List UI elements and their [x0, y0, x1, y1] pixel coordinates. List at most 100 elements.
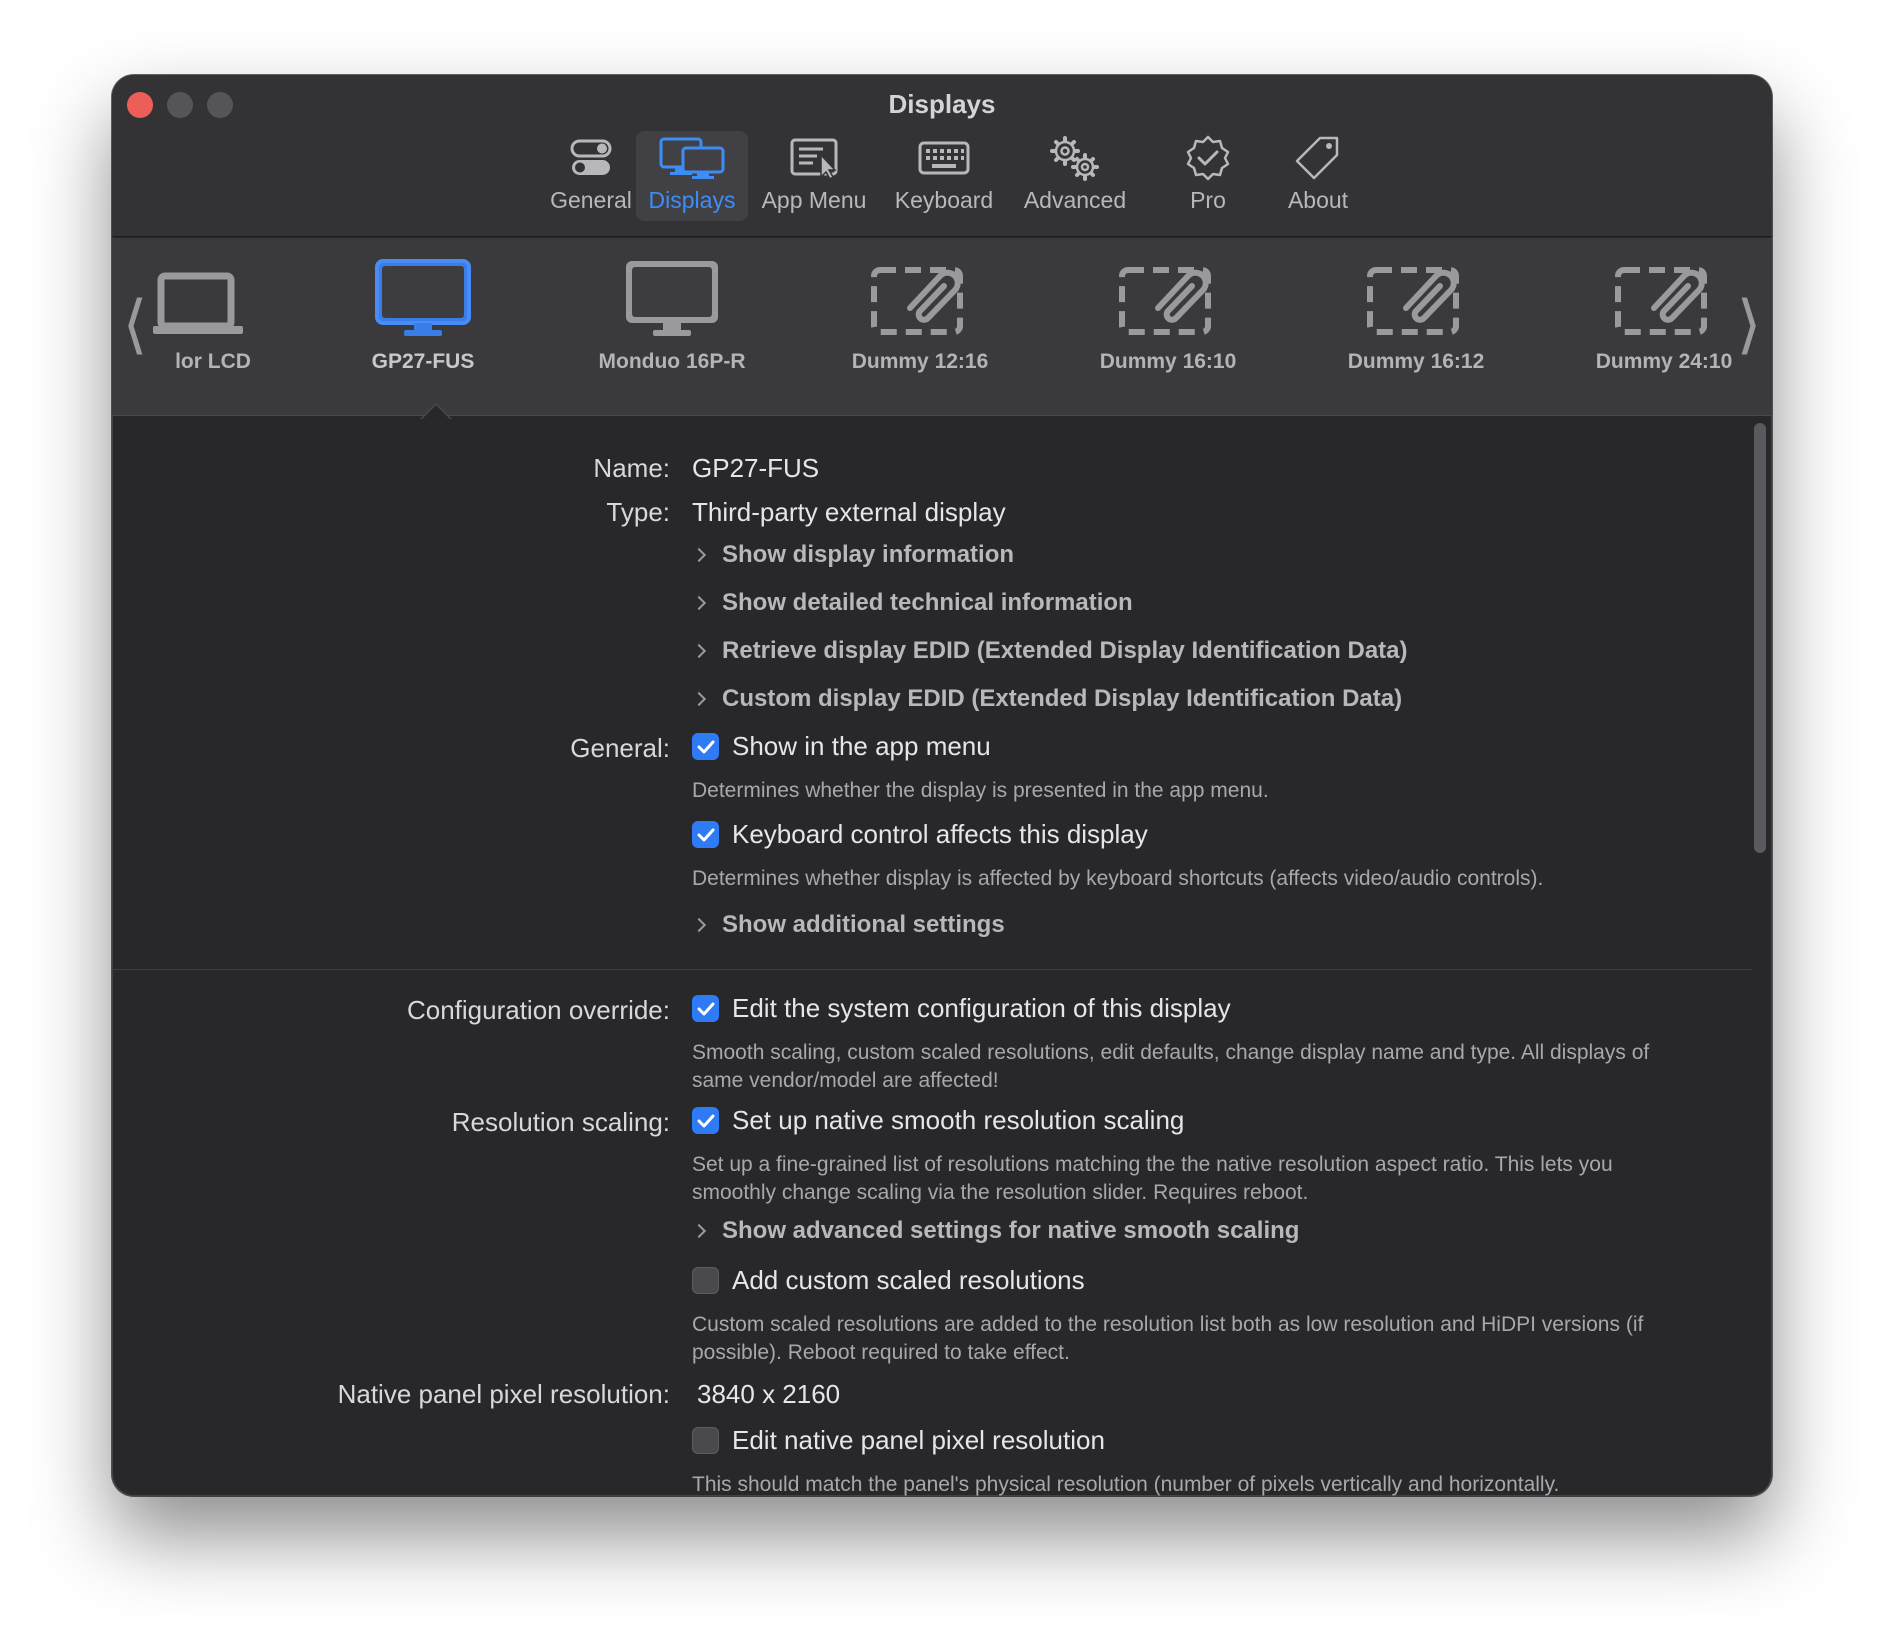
checkmark-icon [692, 995, 719, 1022]
disclosure-label: Retrieve display EDID (Extended Display … [722, 637, 1408, 664]
checkbox-label: Set up native smooth resolution scaling [732, 1105, 1185, 1135]
display-carousel: ⟨ lor LCD GP27-FUS Monduo 16P-R Dummy 12… [112, 238, 1772, 416]
toggles-icon [569, 131, 613, 185]
show-display-info-disclosure[interactable]: Show display information [691, 541, 1015, 569]
general-label: General: [570, 733, 670, 763]
display-label: Monduo 16P-R [598, 350, 746, 373]
resolution-scaling-label: Resolution scaling: [451, 1107, 670, 1137]
tab-app-menu[interactable]: App Menu [756, 131, 872, 221]
tab-displays[interactable]: Displays [636, 131, 748, 221]
chevron-right-icon [691, 917, 707, 933]
custom-scaled-resolutions-help: Custom scaled resolutions are added to t… [692, 1313, 1644, 1364]
config-override-checkbox[interactable]: Edit the system configuration of this di… [692, 993, 1231, 1024]
section-divider [112, 969, 1752, 970]
disclosure-label: Show detailed technical information [722, 589, 1133, 616]
dummy-display-icon [1614, 258, 1714, 340]
checkbox-label: Edit the system configuration of this di… [732, 993, 1231, 1023]
display-label: Dummy 12:16 [851, 350, 989, 373]
name-label: Name: [593, 453, 670, 483]
config-override-label: Configuration override: [406, 995, 670, 1025]
checkbox-label: Show in the app menu [732, 731, 991, 761]
checkbox-empty [692, 1267, 719, 1294]
display-label: lor LCD [175, 350, 251, 373]
show-technical-info-disclosure[interactable]: Show detailed technical information [691, 589, 1133, 617]
show-in-app-menu-help: Determines whether the display is presen… [692, 779, 1269, 802]
disclosure-label: Custom display EDID (Extended Display Id… [722, 685, 1403, 712]
dummy-display-icon [1366, 258, 1466, 340]
type-value: Third-party external display [692, 497, 1006, 527]
checkmark-icon [692, 1107, 719, 1134]
app-window: Displays General Displays App Menu Keybo… [112, 75, 1772, 1496]
checkmark-icon [692, 821, 719, 848]
display-item[interactable]: Monduo 16P-R [572, 258, 772, 398]
display-label: Dummy 16:10 [1099, 350, 1237, 373]
checkbox-label: Add custom scaled resolutions [732, 1265, 1085, 1295]
display-item[interactable]: lor LCD [148, 258, 298, 398]
show-in-app-menu-checkbox[interactable]: Show in the app menu [692, 731, 991, 762]
tab-label: Pro [1190, 187, 1226, 213]
keyboard-icon [918, 131, 970, 185]
checkbox-empty [692, 1427, 719, 1454]
custom-edid-disclosure[interactable]: Custom display EDID (Extended Display Id… [691, 685, 1403, 713]
app-menu-icon [789, 131, 839, 185]
retrieve-edid-disclosure[interactable]: Retrieve display EDID (Extended Display … [691, 637, 1408, 665]
monitor-icon [623, 258, 721, 340]
dummy-display-icon [1118, 258, 1218, 340]
disclosure-label: Show display information [722, 541, 1015, 568]
vertical-scrollbar[interactable] [1754, 423, 1766, 853]
tab-keyboard[interactable]: Keyboard [888, 131, 1000, 221]
display-item-selected[interactable]: GP27-FUS [323, 258, 523, 398]
checkbox-label: Edit native panel pixel resolution [732, 1425, 1105, 1455]
tab-label: General [550, 187, 632, 213]
type-label: Type: [606, 497, 670, 527]
edit-native-resolution-help: This should match the panel's physical r… [692, 1473, 1560, 1496]
keyboard-control-checkbox[interactable]: Keyboard control affects this display [692, 819, 1148, 850]
show-additional-settings-disclosure[interactable]: Show additional settings [691, 911, 1005, 939]
tab-label: App Menu [761, 187, 867, 213]
custom-scaled-resolutions-checkbox[interactable]: Add custom scaled resolutions [692, 1265, 1085, 1296]
toolbar: General Displays App Menu Keyboard Advan… [112, 131, 1772, 223]
carousel-prev-icon[interactable]: ⟨ [120, 293, 150, 363]
advanced-native-scaling-disclosure[interactable]: Show advanced settings for native smooth… [691, 1217, 1299, 1245]
checkbox-label: Keyboard control affects this display [732, 819, 1148, 849]
display-item[interactable]: Dummy 16:12 [1316, 258, 1516, 398]
display-label: GP27-FUS [371, 350, 475, 373]
edit-native-resolution-checkbox[interactable]: Edit native panel pixel resolution [692, 1425, 1105, 1456]
tab-label: Advanced [1023, 187, 1127, 213]
display-item[interactable]: Dummy 16:10 [1068, 258, 1268, 398]
chevron-right-icon [691, 1223, 707, 1239]
display-item[interactable]: Dummy 12:16 [820, 258, 1020, 398]
tab-pro[interactable]: Pro [1160, 131, 1256, 221]
gears-icon [1047, 131, 1103, 185]
tab-label: Keyboard [894, 187, 994, 213]
display-label: Dummy 24:10 [1595, 350, 1733, 373]
keyboard-control-help: Determines whether display is affected b… [692, 867, 1544, 890]
chevron-right-icon [691, 643, 707, 659]
native-smooth-scaling-checkbox[interactable]: Set up native smooth resolution scaling [692, 1105, 1184, 1136]
dummy-display-icon [870, 258, 970, 340]
settings-content: Name: GP27-FUS Type: Third-party externa… [112, 417, 1772, 1496]
laptop-icon [153, 258, 273, 340]
titlebar: Displays General Displays App Menu Keybo… [112, 75, 1772, 237]
chevron-right-icon [691, 595, 707, 611]
window-title: Displays [888, 89, 996, 119]
display-label: Dummy 16:12 [1347, 350, 1485, 373]
config-override-help: Smooth scaling, custom scaled resolution… [692, 1041, 1650, 1092]
tag-icon [1294, 131, 1342, 185]
tab-label: Displays [648, 187, 736, 213]
checkmark-icon [692, 733, 719, 760]
monitor-icon [374, 258, 472, 340]
tab-advanced[interactable]: Advanced [1014, 131, 1136, 221]
pro-badge-icon [1184, 131, 1232, 185]
native-smooth-scaling-help: Set up a fine-grained list of resolution… [692, 1153, 1613, 1204]
chevron-right-icon [691, 547, 707, 563]
tab-general[interactable]: General [534, 131, 648, 221]
name-value: GP27-FUS [692, 453, 820, 483]
tab-about[interactable]: About [1270, 131, 1366, 221]
native-resolution-label: Native panel pixel resolution: [337, 1379, 670, 1409]
displays-icon [659, 131, 725, 185]
native-resolution-value: 3840 x 2160 [697, 1379, 841, 1409]
chevron-right-icon [691, 691, 707, 707]
tab-label: About [1287, 187, 1349, 213]
carousel-next-icon[interactable]: ⟩ [1734, 293, 1764, 363]
